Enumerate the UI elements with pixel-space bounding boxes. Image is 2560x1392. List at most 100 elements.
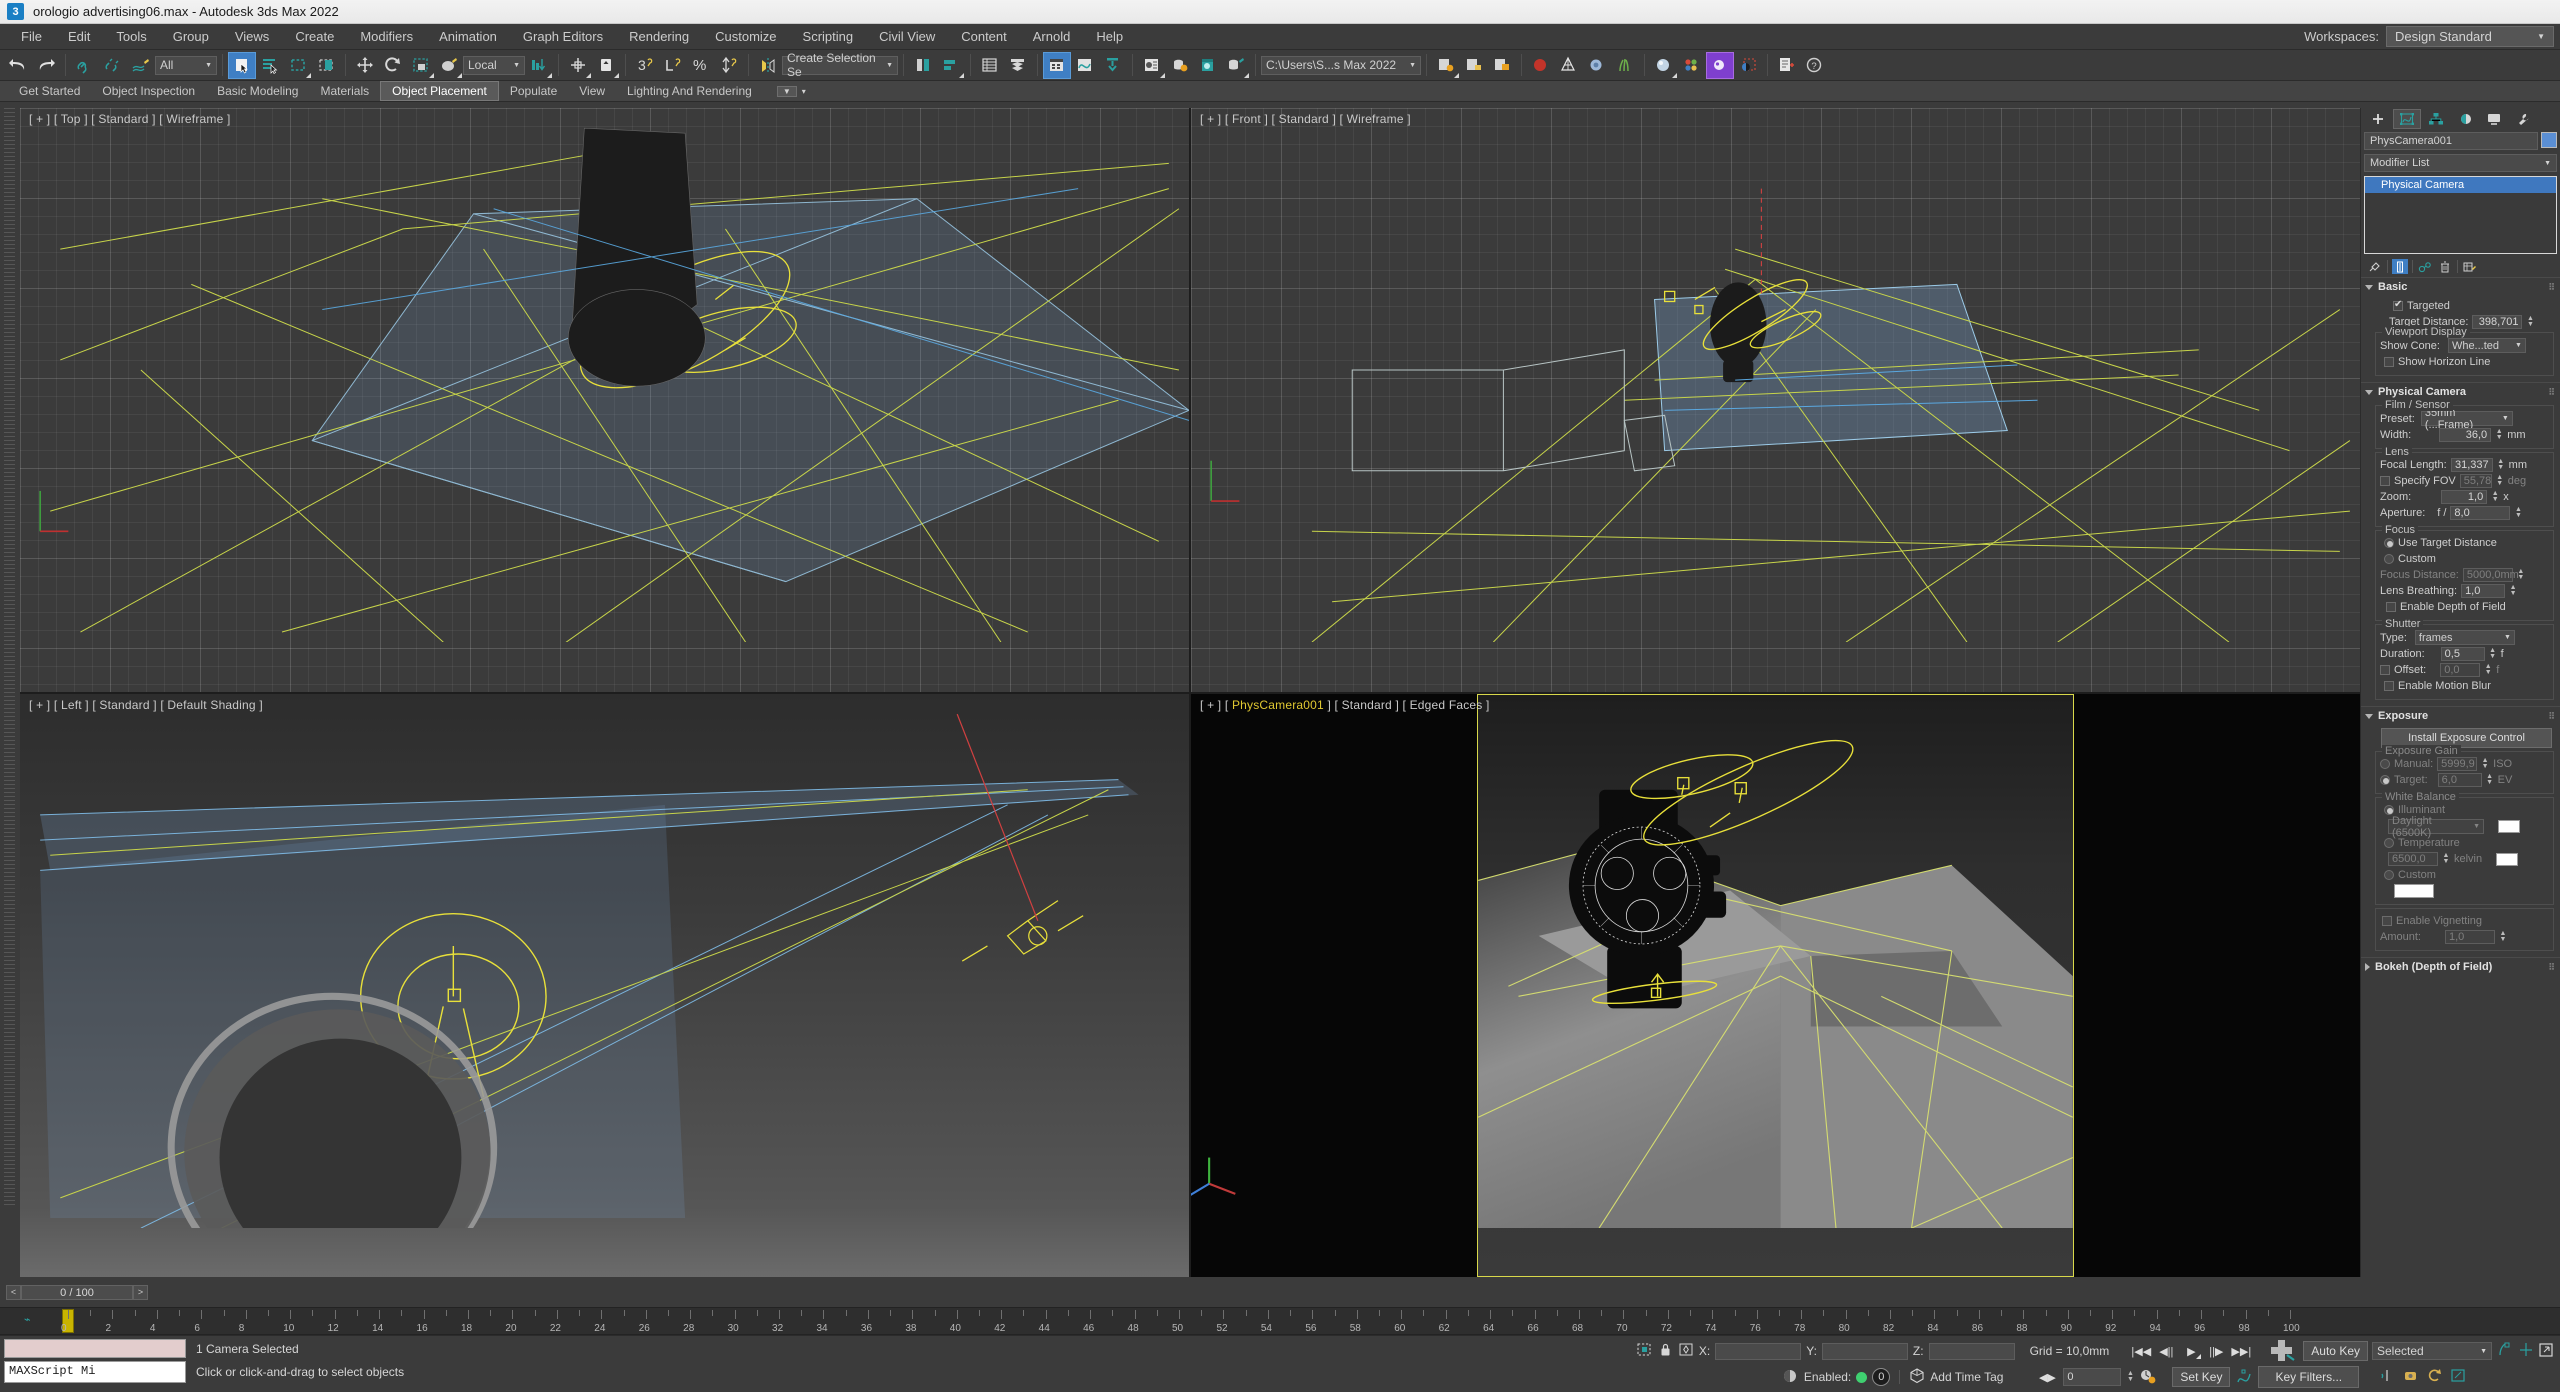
rollout-basic-header[interactable]: Basic ⠿ <box>2361 278 2560 296</box>
selection-lock-region-icon[interactable] <box>1636 1342 1653 1360</box>
rollout-bokeh-header[interactable]: Bokeh (Depth of Field) ⠿ <box>2361 958 2560 976</box>
motion-tab[interactable] <box>2451 109 2479 129</box>
spinner-snap-toggle-icon[interactable] <box>659 52 687 79</box>
percent-icon[interactable]: % <box>687 52 715 79</box>
snap-toggle-icon[interactable] <box>564 52 592 79</box>
object-name-field[interactable]: PhysCamera001 <box>2364 132 2538 150</box>
rectangular-selection-region-icon[interactable] <box>284 52 312 79</box>
duration-field[interactable]: 0,5 <box>2440 647 2485 661</box>
create-tab[interactable] <box>2364 109 2392 129</box>
temperature-color-swatch[interactable] <box>2496 852 2519 866</box>
spinner-arrows-icon[interactable]: ▲ ▼ <box>2126 1370 2134 1383</box>
select-and-scale-icon[interactable] <box>407 52 435 79</box>
manual-gain-radio[interactable] <box>2380 759 2390 769</box>
enable-motion-blur-checkbox[interactable] <box>2384 681 2394 691</box>
spinner-arrows-icon[interactable]: ▲ ▼ <box>2481 757 2489 770</box>
manual-gain-field[interactable]: 5999,9 <box>2437 757 2478 771</box>
temperature-radio[interactable] <box>2384 838 2394 848</box>
key-filters-button[interactable]: Key Filters... <box>2258 1366 2360 1388</box>
menu-customize[interactable]: Customize <box>702 26 789 47</box>
set-key-curve-icon[interactable] <box>2235 1368 2253 1387</box>
undo-icon[interactable] <box>4 52 32 79</box>
menu-views[interactable]: Views <box>222 26 282 47</box>
percent-snap-toggle-icon[interactable]: 3 <box>631 52 659 79</box>
display-tab[interactable] <box>2480 109 2508 129</box>
menu-file[interactable]: File <box>8 26 55 47</box>
reference-coordinate-system-dropdown[interactable]: Local ▼ <box>463 55 525 75</box>
illuminant-radio[interactable] <box>2384 805 2394 815</box>
menu-arnold[interactable]: Arnold <box>1020 26 1084 47</box>
lens-breathing-field[interactable]: 1,0 <box>2461 584 2506 598</box>
ribbon-tab-lighting-and-rendering[interactable]: Lighting And Rendering <box>616 82 763 100</box>
zoom-viewport-icon[interactable] <box>2378 1368 2395 1386</box>
offset-field[interactable]: 0,0 <box>2440 663 2481 677</box>
render-production-icon[interactable] <box>1222 52 1250 79</box>
material-editor-icon[interactable] <box>1138 52 1166 79</box>
modifier-list-dropdown[interactable]: Modifier List ▼ <box>2364 154 2557 172</box>
create-light-icon[interactable] <box>1555 52 1583 79</box>
spinner-arrows-icon[interactable]: ▲ ▼ <box>2526 315 2534 328</box>
enabled-count[interactable]: 0 <box>1872 1368 1891 1386</box>
show-end-result-icon[interactable] <box>2392 259 2408 274</box>
spinner-arrows-icon[interactable]: ▲ ▼ <box>2509 584 2517 597</box>
target-distance-field[interactable]: 398,701 <box>2472 315 2523 329</box>
maxscript-input-field[interactable] <box>4 1339 186 1358</box>
spinner-arrows-icon[interactable]: ▲ ▼ <box>2517 568 2525 581</box>
layer-explorer-icon[interactable] <box>976 52 1004 79</box>
focus-distance-field[interactable]: 5000,0mm <box>2462 568 2519 582</box>
menu-content[interactable]: Content <box>948 26 1020 47</box>
arnold-render-icon[interactable] <box>1527 52 1555 79</box>
menu-create[interactable]: Create <box>282 26 347 47</box>
unlink-selection-icon[interactable] <box>99 52 127 79</box>
viewport-left-label[interactable]: [ + ] [ Left ] [ Standard ] [ Default Sh… <box>29 698 263 712</box>
time-configuration-icon[interactable] <box>2139 1368 2157 1387</box>
modify-tab[interactable] <box>2393 109 2421 129</box>
current-frame-display[interactable]: 0 / 100 <box>21 1284 133 1300</box>
snaps-toggle-icon[interactable] <box>2518 1342 2534 1361</box>
particle-system-icon[interactable] <box>1583 52 1611 79</box>
aperture-field[interactable]: 8,0 <box>2450 506 2511 520</box>
ribbon-tab-get-started[interactable]: Get Started <box>8 82 91 100</box>
lock-selection-icon[interactable] <box>1658 1342 1673 1360</box>
targeted-checkbox[interactable] <box>2393 299 2403 311</box>
orbit-view-icon[interactable] <box>2426 1368 2443 1386</box>
spinner-arrows-icon[interactable]: ▲ ▼ <box>2495 428 2503 441</box>
modifier-stack[interactable]: Physical Camera <box>2364 176 2557 254</box>
go-to-end-button[interactable]: ▶▶| <box>2230 1342 2252 1360</box>
viewport-front-label[interactable]: [ + ] [ Front ] [ Standard ] [ Wireframe… <box>1200 112 1411 126</box>
temperature-field[interactable]: 6500,0 <box>2388 852 2438 866</box>
enable-depth-of-field-checkbox[interactable] <box>2386 602 2396 612</box>
current-frame-spinner[interactable]: 0 <box>2063 1368 2122 1386</box>
spinner-arrows-icon[interactable]: ▲ ▼ <box>2497 458 2505 471</box>
ribbon-tab-populate[interactable]: Populate <box>499 82 568 100</box>
select-and-link-icon[interactable] <box>71 52 99 79</box>
spinner-arrows-icon[interactable]: ▲ ▼ <box>2442 852 2450 865</box>
previous-frame-button-2[interactable]: ◀|| <box>2155 1342 2177 1360</box>
maximize-view-toggle-icon-2[interactable] <box>2450 1368 2467 1386</box>
render-setup-icon[interactable] <box>1166 52 1194 79</box>
illuminant-color-swatch[interactable] <box>2498 820 2520 833</box>
x-coordinate-field[interactable] <box>1715 1342 1802 1360</box>
show-cone-dropdown[interactable]: Whe...ted ▼ <box>2447 338 2526 353</box>
show-horizon-line-checkbox[interactable] <box>2384 357 2394 367</box>
offset-checkbox[interactable] <box>2380 665 2390 675</box>
specify-fov-checkbox[interactable] <box>2380 476 2390 486</box>
rollout-exposure-header[interactable]: Exposure ⠿ <box>2361 707 2560 725</box>
select-and-move-icon[interactable] <box>351 52 379 79</box>
hierarchy-tab[interactable] <box>2422 109 2450 129</box>
select-and-place-icon[interactable] <box>435 52 463 79</box>
play-animation-button[interactable]: ▶ <box>2180 1342 2202 1360</box>
select-similar-icon[interactable] <box>1734 52 1762 79</box>
focal-length-field[interactable]: 31,337 <box>2450 458 2493 472</box>
spinner-arrows-icon[interactable]: ▲ ▼ <box>2496 474 2504 487</box>
mirror-tool-icon[interactable] <box>909 52 937 79</box>
spinner-arrows-icon[interactable]: ▲ ▼ <box>2484 663 2492 676</box>
pin-stack-icon[interactable] <box>2367 259 2383 274</box>
new-script-icon[interactable] <box>1773 52 1801 79</box>
zoom-field[interactable]: 1,0 <box>2441 490 2488 504</box>
add-time-tag-label[interactable]: Add Time Tag <box>1930 1370 2003 1384</box>
ribbon-tab-basic-modeling[interactable]: Basic Modeling <box>206 82 309 100</box>
width-field[interactable]: 36,0 <box>2439 428 2492 442</box>
align-icon[interactable] <box>937 52 965 79</box>
menu-rendering[interactable]: Rendering <box>616 26 702 47</box>
